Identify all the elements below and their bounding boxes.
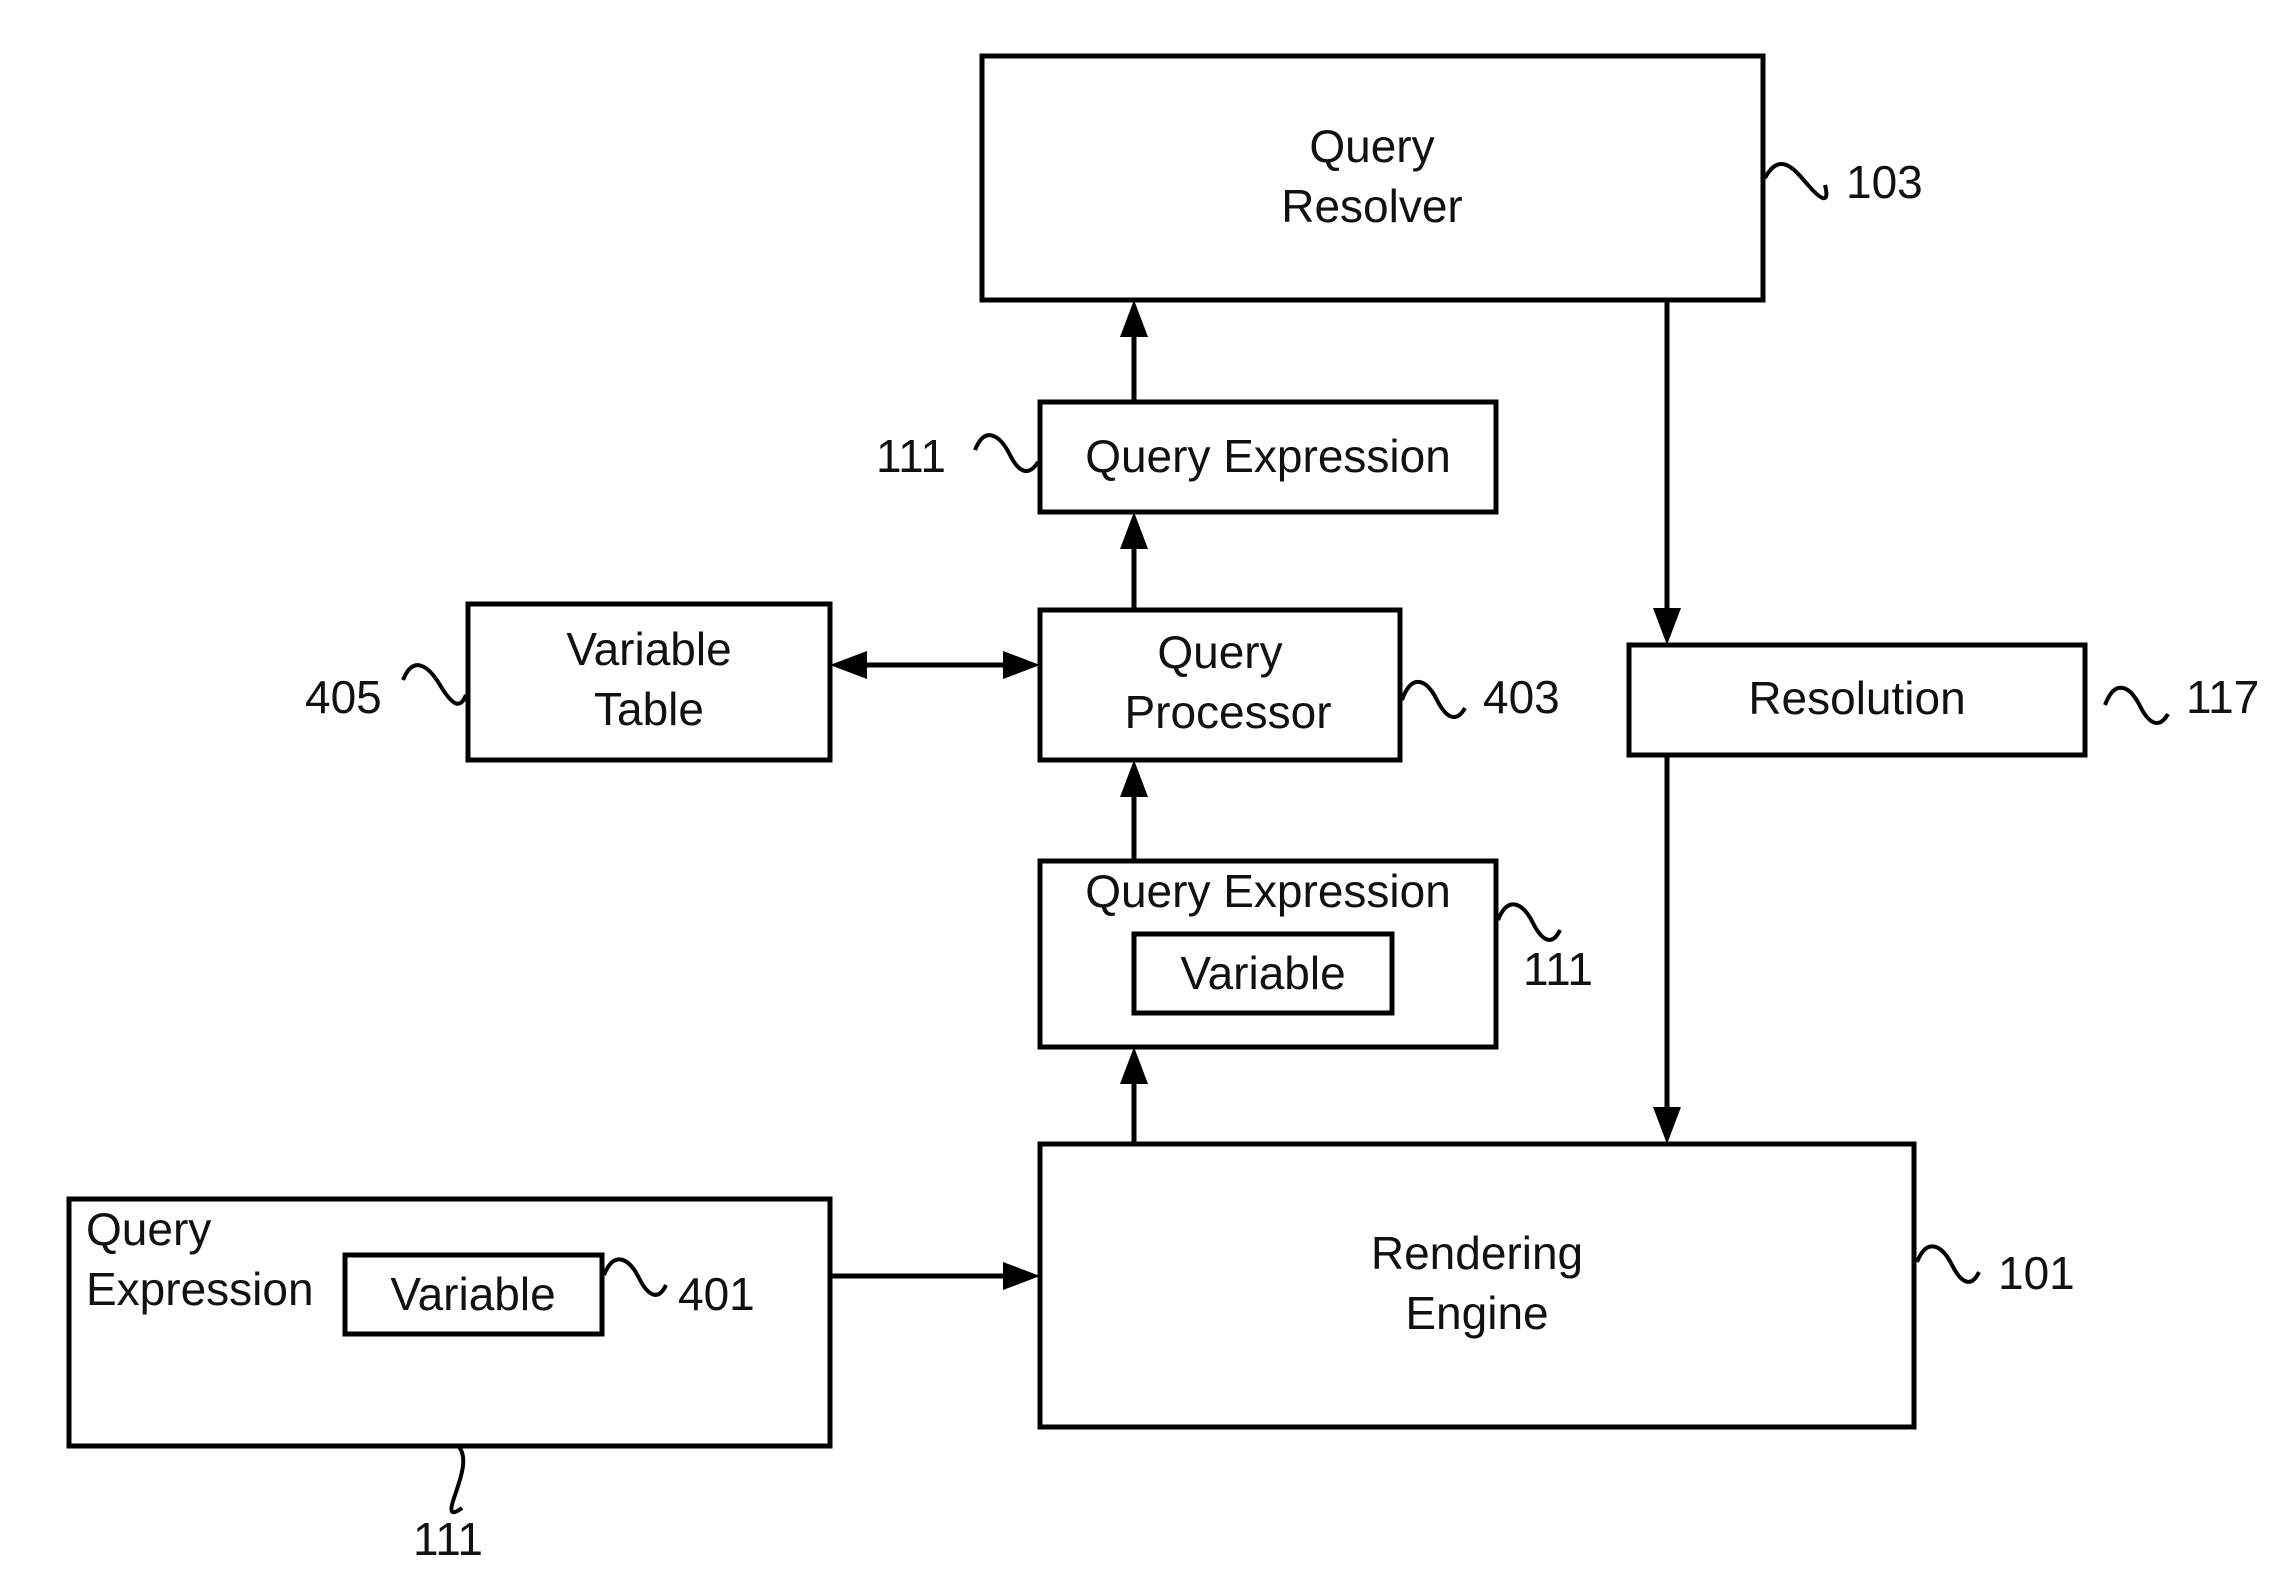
ref-number-403: 403 — [1483, 671, 1560, 723]
arrowhead-rendering-top — [1653, 1107, 1681, 1144]
variable-mid-label: Variable — [1180, 947, 1345, 999]
variable-left-label: Variable — [390, 1268, 555, 1320]
ref-number-111-top: 111 — [876, 430, 946, 482]
ref-number-111-left: 111 — [413, 1513, 483, 1565]
ref-leader-111-top — [973, 433, 1040, 473]
ref-number-103: 103 — [1846, 156, 1923, 208]
arrowhead-processor — [1120, 760, 1148, 797]
ref-leader-111-left — [449, 1444, 466, 1515]
query-expression-left-label-line1: Query — [86, 1203, 211, 1255]
query-resolver-label-line1: Query — [1309, 120, 1434, 172]
ref-leader-403 — [1400, 679, 1467, 719]
node-query-expression-top: Query Expression 111 — [876, 399, 1499, 515]
query-expression-mid-label: Query Expression — [1085, 865, 1451, 917]
ref-leader-111-mid — [1496, 902, 1562, 942]
node-query-expression-mid: Query Expression Variable 111 — [1037, 858, 1593, 1050]
query-expression-top-label: Query Expression — [1085, 430, 1451, 482]
ref-number-111-mid: 111 — [1523, 943, 1593, 995]
variable-table-label-line1: Variable — [566, 623, 731, 675]
diagram-canvas: Query Resolver 103 Query Expression 111 … — [66, 53, 2259, 1565]
variable-table-label-line2: Table — [594, 683, 704, 735]
query-resolver-label-line2: Resolver — [1281, 180, 1463, 232]
rendering-engine-label-line2: Engine — [1405, 1287, 1548, 1339]
arrowhead-resolver — [1120, 300, 1148, 337]
ref-leader-103 — [1763, 162, 1829, 201]
arrowhead-qe-mid — [1120, 1047, 1148, 1084]
node-variable-table: Variable Table 405 — [305, 601, 833, 763]
ref-number-117: 117 — [2186, 671, 2259, 723]
node-query-expression-left: Query Expression Variable 401 111 — [66, 1196, 833, 1565]
ref-number-101: 101 — [1998, 1247, 2075, 1299]
resolution-label: Resolution — [1748, 672, 1965, 724]
node-resolution: Resolution 117 — [1626, 642, 2259, 758]
ref-leader-101 — [1915, 1244, 1981, 1284]
node-query-resolver: Query Resolver 103 — [979, 53, 1923, 303]
node-query-processor: Query Processor 403 — [1037, 607, 1560, 763]
ref-leader-117 — [2103, 685, 2170, 725]
query-expression-left-label-line2: Expression — [86, 1263, 314, 1315]
ref-leader-405 — [401, 663, 468, 706]
arrowhead-processor-side — [1003, 651, 1040, 679]
query-processor-label-line2: Processor — [1124, 686, 1331, 738]
arrowhead-variable-table — [830, 651, 867, 679]
rendering-engine-label-line1: Rendering — [1371, 1227, 1583, 1279]
node-rendering-engine: Rendering Engine 101 — [1037, 1141, 2075, 1430]
ref-number-405: 405 — [305, 671, 382, 723]
arrowhead-qe-top — [1120, 512, 1148, 549]
arrowhead-resolution — [1653, 608, 1681, 645]
arrowhead-rendering-left — [1003, 1262, 1040, 1290]
ref-number-401: 401 — [678, 1268, 755, 1320]
query-processor-label-line1: Query — [1157, 626, 1282, 678]
